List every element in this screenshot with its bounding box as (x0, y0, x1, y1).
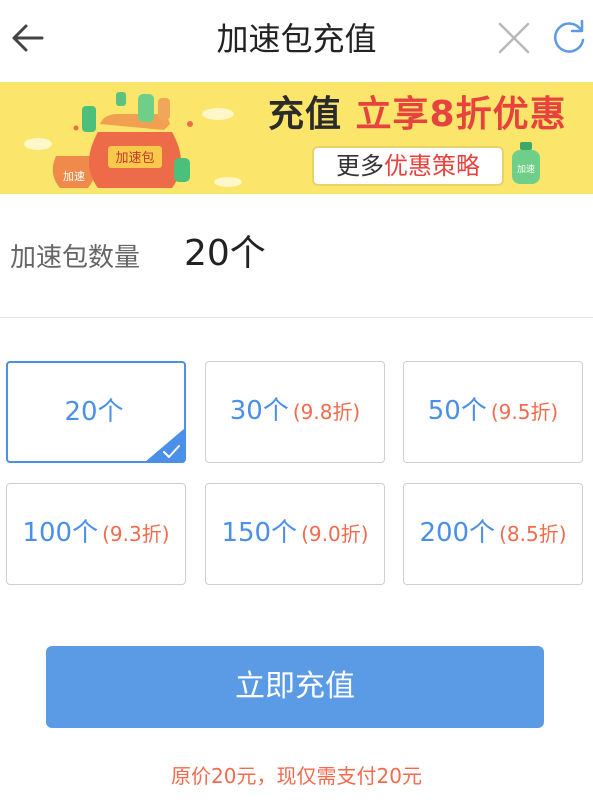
quantity-value: 20个 (184, 233, 266, 274)
banner-headline-red: 立享8折优惠 (355, 94, 567, 135)
option-50[interactable]: 50个 (9.5折) (403, 361, 583, 463)
option-discount: (8.5折) (499, 522, 567, 546)
banner-headline: 充值 立享8折优惠 (268, 94, 567, 136)
more-offers-label-red: 优惠策略 (384, 152, 480, 180)
svg-text:加速: 加速 (63, 170, 85, 183)
more-offers-button[interactable]: 更多优惠策略 (312, 146, 504, 186)
option-20[interactable]: 20个 (6, 361, 186, 463)
refresh-button[interactable] (548, 16, 590, 58)
close-button[interactable] (494, 18, 534, 58)
option-count: 20个 (64, 397, 124, 427)
promo-banner[interactable]: 加速 加速包 充值 立享8折优惠 更多优惠策略 加速 (0, 82, 593, 194)
recharge-now-button[interactable]: 立即充值 (46, 646, 544, 728)
refresh-icon (554, 19, 585, 53)
checkmark-icon (145, 428, 185, 462)
option-count: 100个 (22, 518, 99, 548)
more-offers-label-dark: 更多 (336, 152, 384, 180)
option-150[interactable]: 150个 (9.0折) (205, 483, 385, 585)
header-bar: 加速包充值 (0, 0, 593, 80)
option-count: 150个 (221, 518, 298, 548)
close-icon (498, 22, 530, 54)
option-discount: (9.0折) (301, 522, 369, 546)
option-discount: (9.5折) (490, 400, 559, 424)
option-discount: (9.8折) (292, 400, 361, 424)
banner-headline-dark: 充值 (268, 94, 356, 135)
option-200[interactable]: 200个 (8.5折) (403, 483, 583, 585)
quantity-label: 加速包数量 (10, 243, 141, 273)
option-count: 50个 (427, 396, 487, 426)
option-count: 30个 (229, 396, 289, 426)
money-bag-illustration: 加速 加速包 (24, 92, 242, 188)
svg-text:加速: 加速 (517, 164, 535, 175)
svg-text:加速包: 加速包 (115, 151, 154, 166)
option-discount: (9.3折) (102, 522, 170, 546)
option-30[interactable]: 30个 (9.8折) (205, 361, 385, 463)
option-100[interactable]: 100个 (9.3折) (6, 483, 186, 585)
option-count: 200个 (419, 518, 496, 548)
quantity-section: 加速包数量 20个 (0, 194, 593, 318)
price-summary: 原价20元，现仅需支付20元 (171, 764, 422, 788)
bottle-icon: 加速 (512, 142, 540, 184)
